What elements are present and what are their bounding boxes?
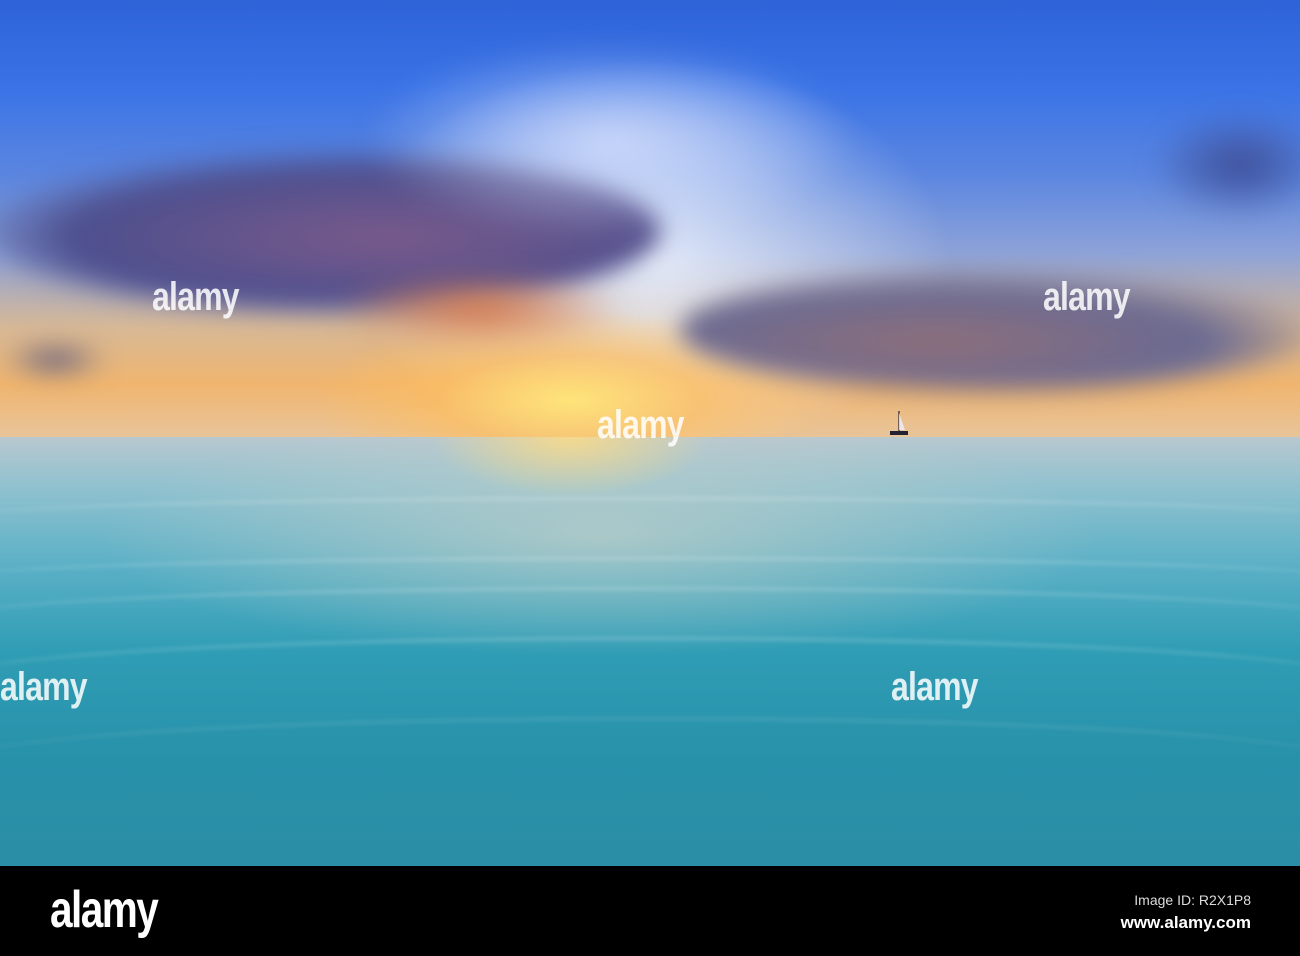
website-link[interactable]: www.alamy.com (1121, 913, 1251, 933)
cloud (0, 340, 110, 380)
alamy-logo: alamy (50, 881, 159, 939)
ripple (0, 637, 1300, 720)
watermark: alamy (152, 275, 240, 319)
ripple (0, 717, 1300, 810)
footer-bar: alamy Image ID: R2X1P8 www.alamy.com (0, 866, 1300, 956)
cloud (680, 270, 1300, 390)
cloud (1150, 110, 1300, 220)
cloud (330, 270, 630, 350)
sky (0, 0, 1300, 437)
image-id: Image ID: R2X1P8 (1134, 892, 1251, 908)
watermark: alamy (0, 665, 88, 709)
watermark: alamy (597, 403, 685, 447)
ripple (0, 497, 1300, 540)
cloud (360, 40, 860, 240)
watermark: alamy (891, 665, 979, 709)
sailboat-icon (890, 411, 908, 435)
sea (0, 437, 1300, 866)
watermark: alamy (1043, 275, 1131, 319)
sunset-ocean-photo: alamy alamy alamy alamy alamy (0, 0, 1300, 866)
